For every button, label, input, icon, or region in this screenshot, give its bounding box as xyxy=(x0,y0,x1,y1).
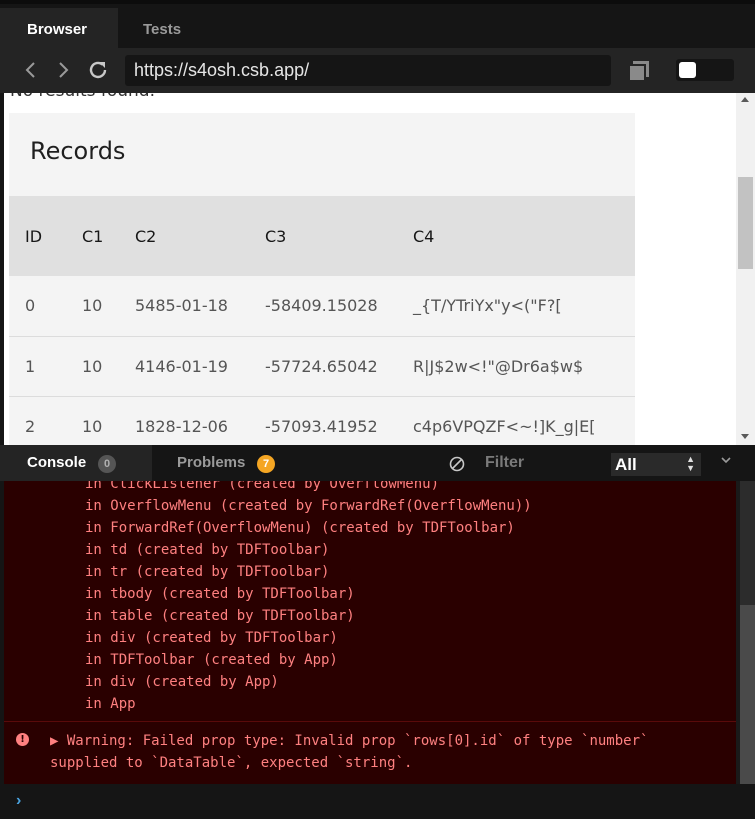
records-table: ID C1 C2 C3 C4 0 10 5485-01-18 -58409.15… xyxy=(9,196,635,445)
scroll-thumb[interactable] xyxy=(740,605,755,784)
warning-message[interactable]: ! ▶ Warning: Failed prop type: Invalid p… xyxy=(4,730,740,774)
tab-console[interactable]: Console 0 xyxy=(0,445,152,481)
chevron-down-icon[interactable] xyxy=(720,454,732,469)
cell-c1: 10 xyxy=(66,336,119,397)
stack-line: in ClickListener (created by OverflowMen… xyxy=(85,481,440,492)
toggle-knob xyxy=(679,62,696,78)
cell-c2: 5485-01-18 xyxy=(119,276,249,337)
browser-preview: No results found. Records ID C1 C2 C3 C4… xyxy=(0,93,755,445)
cell-c2: 1828-12-06 xyxy=(119,396,249,445)
stack-line: in ForwardRef(OverflowMenu) (created by … xyxy=(85,520,515,536)
preview-scrollbar[interactable] xyxy=(736,93,755,445)
filter-input[interactable]: Filter xyxy=(485,445,524,481)
column-header-c2[interactable]: C2 xyxy=(119,196,249,276)
console-header: Console 0 Problems 7 Filter All ▲ ▼ xyxy=(0,445,755,481)
console-tab-label: Console xyxy=(27,454,87,471)
stack-line: in TDFToolbar (created by App) xyxy=(85,652,338,668)
copy-icon[interactable] xyxy=(627,60,651,82)
cell-c2: 4146-01-19 xyxy=(119,336,249,397)
browser-toolbar: https://s4osh.csb.app/ xyxy=(0,48,755,93)
table-header-row: ID C1 C2 C3 C4 xyxy=(9,196,635,276)
stack-line: in div (created by App) xyxy=(85,674,279,690)
cell-c1: 10 xyxy=(66,276,119,337)
error-icon: ! xyxy=(16,733,29,746)
top-tab-bar: Browser Tests xyxy=(0,0,755,52)
stack-trace: in ClickListener (created by OverflowMen… xyxy=(4,481,740,715)
console-log: in ClickListener (created by OverflowMen… xyxy=(0,481,755,784)
stack-line: in tbody (created by TDFToolbar) xyxy=(85,586,355,602)
column-header-c1[interactable]: C1 xyxy=(66,196,119,276)
stack-line: in OverflowMenu (created by ForwardRef(O… xyxy=(85,498,532,514)
cell-c4: _{T/YTriYx"y<("F?[ xyxy=(397,276,635,337)
records-title: Records xyxy=(30,137,126,165)
no-results-text: No results found. xyxy=(10,93,155,101)
stack-line: in table (created by TDFToolbar) xyxy=(85,608,355,624)
select-arrows-icon: ▲ ▼ xyxy=(686,454,695,473)
cell-c3: -58409.15028 xyxy=(249,276,397,337)
records-panel: Records ID C1 C2 C3 C4 0 10 5485-01-18 -… xyxy=(9,113,635,445)
console-count-badge: 0 xyxy=(98,455,116,473)
stack-line: in App xyxy=(85,696,136,712)
tab-tests[interactable]: Tests xyxy=(118,8,208,52)
url-input[interactable]: https://s4osh.csb.app/ xyxy=(125,55,611,86)
log-divider xyxy=(4,721,740,722)
table-row[interactable]: 2 10 1828-12-06 -57093.41952 c4p6VPQZF<~… xyxy=(9,396,635,445)
stack-line: in td (created by TDFToolbar) xyxy=(85,542,330,558)
reload-icon[interactable] xyxy=(86,58,110,82)
problems-tab-label: Problems xyxy=(177,454,246,471)
cell-c4: c4p6VPQZF<~!]K_g|E[ xyxy=(397,396,635,445)
prompt-chevron-icon: › xyxy=(16,792,22,809)
warning-text-line-1: ▶ Warning: Failed prop type: Invalid pro… xyxy=(50,733,649,749)
cell-id: 2 xyxy=(9,396,66,445)
chevron-right-icon[interactable] xyxy=(51,58,75,82)
console-scrollbar[interactable] xyxy=(736,481,755,784)
table-row[interactable]: 1 10 4146-01-19 -57724.65042 R|J$2w<!"@D… xyxy=(9,336,635,397)
cell-id: 0 xyxy=(9,276,66,337)
scroll-track xyxy=(740,481,755,605)
stack-line: in div (created by TDFToolbar) xyxy=(85,630,338,646)
problems-count-badge: 7 xyxy=(257,455,275,473)
scroll-down-arrow-icon[interactable] xyxy=(741,434,749,439)
column-header-c3[interactable]: C3 xyxy=(249,196,397,276)
tab-problems[interactable]: Problems 7 xyxy=(152,445,302,481)
scroll-thumb[interactable] xyxy=(738,177,753,269)
tab-browser[interactable]: Browser xyxy=(0,8,118,52)
scroll-up-arrow-icon[interactable] xyxy=(741,97,749,102)
cell-c3: -57724.65042 xyxy=(249,336,397,397)
console-input[interactable]: › xyxy=(0,784,755,819)
log-level-select[interactable]: All ▲ ▼ xyxy=(611,453,701,476)
stack-line: in tr (created by TDFToolbar) xyxy=(85,564,330,580)
cell-c1: 10 xyxy=(66,396,119,445)
cell-c3: -57093.41952 xyxy=(249,396,397,445)
clear-console-icon[interactable] xyxy=(449,456,465,472)
column-header-id[interactable]: ID xyxy=(9,196,66,276)
log-level-value: All xyxy=(615,455,637,474)
cell-id: 1 xyxy=(9,336,66,397)
table-row[interactable]: 0 10 5485-01-18 -58409.15028 _{T/YTriYx"… xyxy=(9,276,635,337)
warning-text-line-2: supplied to `DataTable`, expected `strin… xyxy=(50,755,413,771)
cell-c4: R|J$2w<!"@Dr6a$w$ xyxy=(397,336,635,397)
chevron-left-icon[interactable] xyxy=(19,58,43,82)
column-header-c4[interactable]: C4 xyxy=(397,196,635,276)
preview-toggle[interactable] xyxy=(676,59,734,81)
